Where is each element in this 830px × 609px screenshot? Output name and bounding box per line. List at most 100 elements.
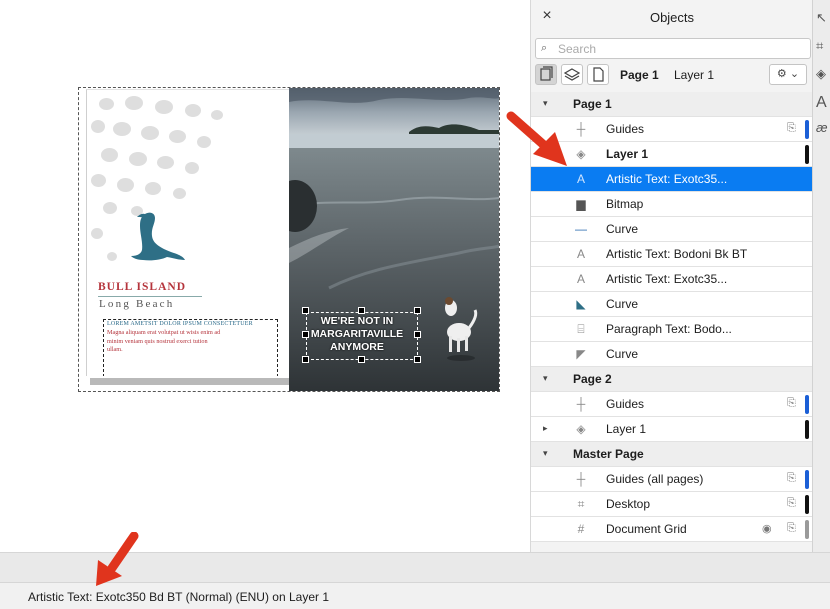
visibility-icon[interactable]: ◉ [762, 522, 772, 535]
decor-dot [113, 122, 131, 136]
brochure-left-panel[interactable]: BULL ISLAND Long Beach LOREM AMETSIT DOL… [86, 89, 289, 376]
tree-row[interactable]: ▆ Bitmap [531, 192, 813, 217]
page-view-button[interactable] [587, 64, 609, 85]
paragraph-text-icon: ⌸ [577, 322, 585, 336]
artistic-text-icon: A [576, 247, 585, 261]
tree-row[interactable]: ▸ ◈ Layer 1 [531, 417, 813, 442]
docker-options-button[interactable]: ⚙ ⌄ [769, 64, 807, 85]
decor-dot [107, 252, 117, 261]
guides-icon: ┼ [576, 122, 586, 136]
search-box[interactable]: ⌕ [535, 38, 811, 59]
docker-title: Objects [649, 10, 695, 25]
curve-line-icon: — [575, 222, 587, 236]
font-icon[interactable]: A [816, 94, 827, 112]
print-disabled-icon[interactable]: ⎘ [787, 472, 796, 485]
decor-dot [155, 100, 173, 114]
layer-color-swatch [805, 420, 809, 439]
tree-row[interactable]: A Artistic Text: Exotc35... [531, 267, 813, 292]
objects-docker[interactable]: × Objects ⌕ Page 1 Layer 1 ⚙ ⌄ ▾ Page 1 [530, 0, 813, 552]
layer-color-swatch [805, 470, 809, 489]
decor-dot [129, 152, 147, 166]
page-icon [593, 67, 604, 82]
decor-dot [99, 98, 114, 110]
expand-chevron-icon[interactable]: ▾ [543, 448, 548, 459]
selection-handle-bc[interactable] [358, 356, 365, 363]
tree-row-label: Paragraph Text: Bodo... [606, 322, 732, 336]
decor-dot [145, 182, 161, 195]
paragraph-line: Magna aliquam erat volutpat ut wisis eni… [107, 329, 221, 336]
tree-row[interactable]: ◤ Curve [531, 342, 813, 367]
tree-page-header[interactable]: ▾ Page 2 [531, 367, 813, 392]
tree-page-header[interactable]: ▾ Master Page [531, 442, 813, 467]
selection-handle-bl[interactable] [302, 356, 309, 363]
guides-icon: ┼ [576, 397, 586, 411]
paragraph-line: minim veniam quis nostrud exerci tution [107, 337, 208, 345]
selection-handle-br[interactable] [414, 356, 421, 363]
layers-view-button[interactable] [561, 64, 583, 85]
paragraph-text-frame[interactable]: LOREM AMETSIT DOLOR IPSUM CONSECTETUER M… [103, 319, 278, 376]
layers-icon [563, 68, 581, 81]
brand-subtitle[interactable]: Long Beach [99, 298, 174, 310]
brochure-shadow [90, 378, 290, 385]
seal-curve-icon: ◣ [576, 297, 586, 311]
pick-tool-icon[interactable]: ↖ [816, 10, 827, 26]
decor-dot [173, 188, 186, 199]
tree-row[interactable]: ┼ Guides ⎘ [531, 392, 813, 417]
decor-dot [117, 178, 134, 192]
layer-color-swatch [805, 145, 809, 164]
expand-chevron-icon[interactable]: ▾ [543, 373, 548, 384]
layer-color-swatch [805, 395, 809, 414]
tree-row-label: Bitmap [606, 197, 644, 211]
tree-row[interactable]: ⌸ Paragraph Text: Bodo... [531, 317, 813, 342]
selection-handle-tr[interactable] [414, 307, 421, 314]
tree-row[interactable]: A Artistic Text: Exotc35... [531, 167, 813, 192]
tree-row-label: Document Grid [606, 522, 687, 536]
tree-row-label: Artistic Text: Exotc35... [606, 172, 728, 186]
selection-handle-mr[interactable] [414, 331, 421, 338]
layers-icon[interactable]: ◈ [816, 66, 826, 82]
status-text: Artistic Text: Exotc350 Bd BT (Normal) (… [28, 590, 329, 604]
tree-row[interactable]: A Artistic Text: Bodoni Bk BT [531, 242, 813, 267]
selection-handle-tc[interactable] [358, 307, 365, 314]
pages-stack-icon [540, 66, 553, 81]
ligature-icon[interactable]: æ [816, 120, 828, 135]
selection-handle-tl[interactable] [302, 307, 309, 314]
print-disabled-icon[interactable]: ⎘ [787, 397, 796, 410]
tree-row[interactable]: ⌗ Desktop ⎘ [531, 492, 813, 517]
grid-icon: # [577, 522, 585, 536]
document-page[interactable]: BULL ISLAND Long Beach LOREM AMETSIT DOL… [78, 87, 500, 392]
overlay-line: WE'RE NOT IN [320, 315, 394, 327]
tree-row[interactable]: # Document Grid ◉ ⎘ [531, 517, 813, 542]
decor-dot [185, 104, 201, 117]
decor-dot [197, 136, 211, 148]
guides-icon: ┼ [576, 472, 586, 486]
decor-dot [125, 96, 143, 110]
tree-row[interactable]: ◣ Curve [531, 292, 813, 317]
selection-handle-ml[interactable] [302, 331, 309, 338]
decor-dot [91, 174, 106, 187]
print-disabled-icon[interactable]: ⎘ [787, 497, 796, 510]
brand-title[interactable]: BULL ISLAND [98, 281, 186, 293]
tree-row[interactable]: — Curve [531, 217, 813, 242]
decor-dot [91, 228, 103, 239]
tree-row-label: Guides [606, 122, 645, 136]
decor-dot [211, 110, 223, 120]
show-all-pages-button[interactable] [535, 64, 557, 85]
collapse-chevron-icon[interactable]: ▸ [543, 423, 548, 434]
tree-row[interactable]: ┼ Guides (all pages) ⎘ [531, 467, 813, 492]
current-layer-label: Layer 1 [674, 68, 715, 82]
drawing-canvas[interactable]: BULL ISLAND Long Beach LOREM AMETSIT DOL… [0, 0, 530, 552]
print-disabled-icon[interactable]: ⎘ [787, 522, 796, 535]
layer-color-swatch [805, 495, 809, 514]
desktop-icon: ⌗ [577, 497, 585, 511]
layer-icon: ◈ [576, 422, 586, 436]
align-icon[interactable]: ⌗ [816, 38, 823, 54]
artistic-text-overlay[interactable]: WE'RE NOT IN MARGARITAVILLE ANYMORE [297, 315, 417, 354]
print-disabled-icon[interactable]: ⎘ [787, 122, 796, 135]
search-input[interactable] [558, 40, 806, 57]
tree-row-label: Page 2 [573, 372, 612, 386]
tree-row-label: Master Page [573, 447, 644, 461]
tree-row-label: Layer 1 [606, 147, 649, 161]
layer-color-swatch [805, 120, 809, 139]
tree-row-label: Artistic Text: Exotc35... [606, 272, 728, 286]
